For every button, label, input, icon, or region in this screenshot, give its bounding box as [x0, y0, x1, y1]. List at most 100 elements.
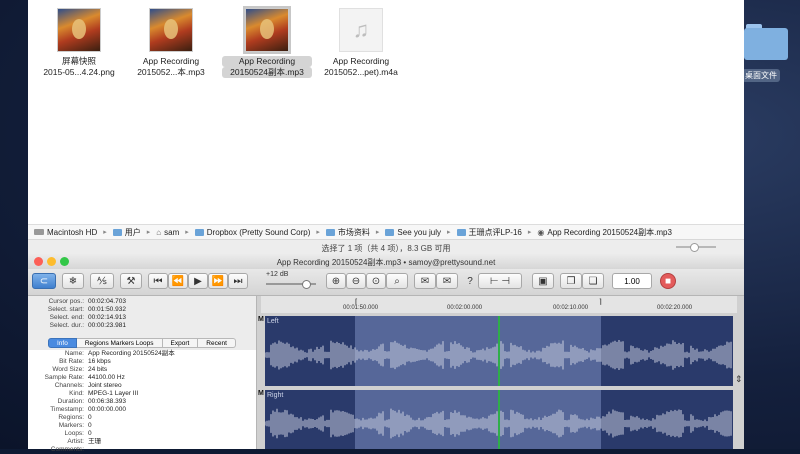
channel-mute-toggle[interactable]: M — [258, 390, 264, 397]
selection-end-marker[interactable]: ⌉ — [599, 298, 602, 306]
path-item[interactable]: 市场资料 ▸ — [325, 227, 379, 238]
play-icon[interactable]: ▶ — [188, 273, 208, 289]
trim-icon[interactable]: ⊢ ⊣ — [478, 273, 522, 289]
channel-mute-toggle[interactable]: M — [258, 316, 264, 323]
toolbar: ⊂ ❄ ⅍ ⚒ ⏮ ⏪ ▶ ⏩ ⏭ +12 dB ⊕ ⊖ ⊙ ⌕ ✉ ✉ ? ⊢… — [28, 269, 744, 296]
speed-value: 1.00 — [624, 276, 640, 286]
desktop-folder-label[interactable]: 桌面文件 — [742, 69, 780, 82]
split-icon[interactable]: ⅍ — [90, 273, 114, 289]
copy-icon[interactable]: ❐ — [560, 273, 582, 289]
path-label: App Recording 20150524副本.mp3 — [547, 227, 672, 237]
zoom-in-icon[interactable]: ⊕ — [326, 273, 346, 289]
waveform-area[interactable]: ⌈ ⌉ 00:01:50.000 00:02:00.000 00:02:10.0… — [257, 296, 744, 449]
path-item[interactable]: 王珊点评LP-16 ▸ — [456, 227, 531, 238]
icon-size-slider[interactable] — [676, 243, 716, 252]
tab-export[interactable]: Export — [162, 338, 199, 348]
title-bar: App Recording 20150524副本.mp3 • samoy@pre… — [28, 254, 744, 269]
field-value: App Recording 20150524副本 — [88, 350, 175, 357]
file-name-detail: 2015-05...4.24.png — [43, 67, 115, 77]
tab-regions-markers-loops[interactable]: Regions Markers Loops — [76, 338, 163, 348]
folder-icon — [325, 228, 335, 236]
field-value: 24 bits — [88, 366, 108, 373]
playhead[interactable] — [498, 316, 500, 386]
skip-forward-icon[interactable]: ⏭ — [228, 273, 248, 289]
path-item[interactable]: Dropbox (Pretty Sound Corp) ▸ — [194, 227, 320, 237]
path-label: Macintosh HD — [47, 227, 98, 237]
field-label: Select. end: — [49, 314, 84, 321]
preview-icon[interactable]: ▣ — [532, 273, 554, 289]
paste-icon[interactable]: ❏ — [582, 273, 604, 289]
zoom-fit-icon[interactable]: ⊙ — [366, 273, 386, 289]
home-icon: ⌂ — [156, 227, 162, 237]
field-label: Artist: — [67, 438, 84, 445]
help-icon[interactable]: ? — [464, 273, 476, 289]
path-item[interactable]: See you july ▸ — [385, 228, 451, 237]
field-value: Joint stereo — [88, 382, 122, 389]
path-item[interactable]: 用户 ▸ — [112, 227, 150, 238]
tab-recent[interactable]: Recent — [198, 338, 236, 348]
envelope-icon[interactable]: ✉ — [414, 273, 436, 289]
path-label: 市场资料 — [337, 227, 370, 237]
file-item[interactable]: 屏幕快照 2015-05...4.24.png — [34, 8, 124, 78]
desktop-folder-icon[interactable] — [744, 22, 792, 62]
info-row: Markers: 0 — [28, 422, 256, 430]
path-item[interactable]: Macintosh HD ▸ — [34, 228, 107, 237]
channel-name: Right — [267, 392, 284, 399]
freeze-icon[interactable]: ❄ — [62, 273, 84, 289]
file-name-detail: 2015052...本.mp3 — [137, 67, 205, 77]
field-label: Timestamp: — [50, 406, 84, 413]
ruler-tick-label: 00:02:00.000 — [447, 305, 483, 311]
path-bar: Macintosh HD ▸ 用户 ▸ ⌂ sam ▸ Dropbox (Pretty … — [28, 224, 744, 239]
vertical-resize-icon[interactable]: ⇕ — [735, 374, 743, 385]
playhead[interactable] — [498, 390, 500, 449]
selection-readout: Cursor pos.: 00:02:04.703 Select. start: 0… — [28, 298, 256, 330]
file-info-list: Name: App Recording 20150524副本 Bit Rate: 1… — [28, 350, 256, 453]
zoom-selection-icon[interactable]: ⌕ — [386, 273, 408, 289]
info-row: Comments: — [28, 446, 256, 454]
left-channel-track[interactable]: Left — [265, 316, 733, 386]
folder-icon — [194, 228, 204, 236]
gain-slider[interactable] — [266, 280, 316, 289]
info-row: Name: App Recording 20150524副本 — [28, 350, 256, 358]
field-value: MPEG-1 Layer III — [88, 390, 139, 397]
field-value: 0 — [88, 422, 92, 429]
speed-stepper[interactable]: 1.00 — [612, 273, 652, 289]
tool-icon[interactable]: ⚒ — [120, 273, 142, 289]
field-label: Name: — [64, 350, 84, 357]
folder-icon — [456, 228, 466, 236]
selection-row: Select. end: 00:02:14.913 — [28, 314, 256, 322]
file-item[interactable]: ♫ App Recording 2015052...pet).m4a — [316, 8, 406, 78]
magnet-icon[interactable]: ⊂ — [32, 273, 56, 289]
field-value: 00:06:38.393 — [88, 398, 126, 405]
right-channel-track[interactable]: Right — [265, 390, 733, 449]
path-item[interactable]: ◉ App Recording 20150524副本.mp3 — [537, 227, 672, 238]
file-name: App Recording — [142, 56, 200, 66]
mail-icon[interactable]: ✉ — [436, 273, 458, 289]
field-label: Duration: — [57, 398, 84, 405]
finder-status-bar: 选择了 1 项（共 4 项），8.3 GB 可用 — [28, 239, 744, 255]
file-name: 屏幕快照 — [61, 56, 96, 66]
field-value: 00:00:23.981 — [88, 322, 126, 329]
info-row: Sample Rate: 44100.00 Hz — [28, 374, 256, 382]
folder-icon — [112, 228, 122, 236]
path-item[interactable]: ⌂ sam ▸ — [156, 228, 188, 237]
selection-row: Select. start: 00:01:50.932 — [28, 306, 256, 314]
tab-info[interactable]: Info — [48, 338, 77, 348]
file-item-selected[interactable]: App Recording 20150524副本.mp3 — [222, 6, 312, 78]
skip-back-icon[interactable]: ⏮ — [148, 273, 168, 289]
field-value: 00:02:04.703 — [88, 298, 126, 305]
zoom-out-icon[interactable]: ⊖ — [346, 273, 366, 289]
file-item[interactable]: App Recording 2015052...本.mp3 — [126, 8, 216, 78]
stop-record-icon[interactable]: ■ — [660, 273, 676, 289]
info-row: Duration: 00:06:38.393 — [28, 398, 256, 406]
ruler-tick-label: 00:02:20.000 — [657, 305, 693, 311]
time-ruler[interactable]: ⌈ ⌉ 00:01:50.000 00:02:00.000 00:02:10.0… — [261, 296, 737, 313]
field-value: 00:02:14.913 — [88, 314, 126, 321]
selection-row: Select. dur.: 00:00:23.981 — [28, 322, 256, 330]
rewind-icon[interactable]: ⏪ — [168, 273, 188, 289]
window-title: App Recording 20150524副本.mp3 • samoy@pre… — [276, 258, 496, 267]
fast-forward-icon[interactable]: ⏩ — [208, 273, 228, 289]
field-label: Loops: — [64, 430, 84, 437]
path-label: Dropbox (Pretty Sound Corp) — [206, 227, 311, 237]
info-row: Timestamp: 00:00:00.000 — [28, 406, 256, 414]
